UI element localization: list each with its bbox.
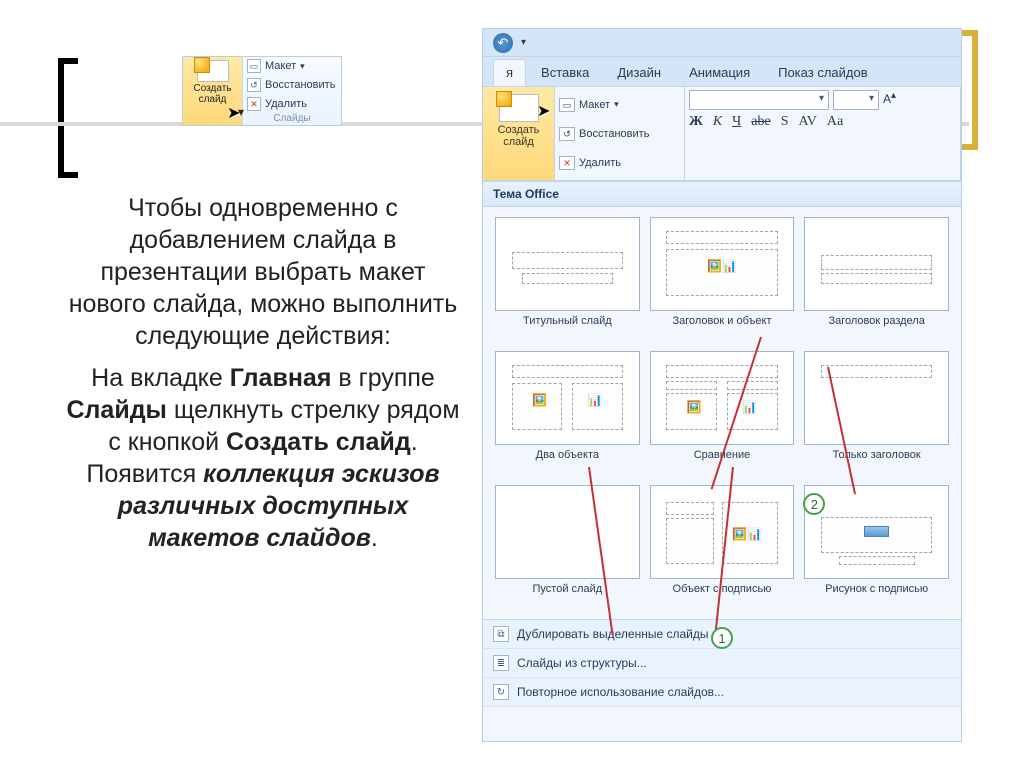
layout-menu[interactable]: ▭Макет ▾ bbox=[559, 98, 680, 112]
duplicate-icon: ⧉ bbox=[493, 626, 509, 642]
layout-thumb-blank[interactable]: Пустой слайд bbox=[495, 485, 640, 609]
tab-animation[interactable]: Анимация bbox=[676, 59, 763, 86]
layout-icon: ▭ bbox=[247, 59, 261, 73]
ribbon-tabs: я Вставка Дизайн Анимация Показ слайдов bbox=[483, 57, 961, 87]
create-slide-label: Создать слайд bbox=[487, 124, 550, 148]
slides-group-small: Создать слайд ▾ ➤ ▭Макет ▾ ↺Восстановить… bbox=[182, 56, 342, 126]
create-slide-label: Создать слайд bbox=[185, 84, 240, 105]
layout-thumb-content-caption[interactable]: 🖼️📊 Объект с подписью bbox=[650, 485, 795, 609]
tab-insert[interactable]: Вставка bbox=[528, 59, 602, 86]
content-icon: 🖼️📊 bbox=[707, 259, 737, 273]
delete-icon: ✕ bbox=[559, 156, 575, 170]
layout-thumb-title[interactable]: Титульный слайд bbox=[495, 217, 640, 341]
layout-thumb-title-content[interactable]: 🖼️📊 Заголовок и объект bbox=[650, 217, 795, 341]
layout-icon: ▭ bbox=[559, 98, 575, 112]
delete-button[interactable]: ✕Удалить bbox=[559, 156, 680, 170]
slides-from-outline-item[interactable]: ≣Слайды из структуры... bbox=[483, 649, 961, 678]
layout-menu-small[interactable]: ▭Макет ▾ bbox=[243, 57, 341, 76]
create-slide-button-small[interactable]: Создать слайд ▾ ➤ bbox=[183, 57, 243, 125]
italic-button[interactable]: К bbox=[713, 114, 722, 130]
reuse-slides-item[interactable]: ↻Повторное использование слайдов... bbox=[483, 678, 961, 707]
layout-thumb-title-only[interactable]: Только заголовок bbox=[804, 351, 949, 475]
spacing-button[interactable]: AV bbox=[798, 114, 816, 130]
font-group: A▴ Ж К Ч abe S AV Aa bbox=[685, 87, 961, 180]
callout-1: 1 bbox=[711, 627, 733, 649]
body-text: Чтобы одновременно с добавлением слайда … bbox=[62, 192, 464, 564]
font-size-dropdown[interactable] bbox=[833, 90, 879, 110]
bracket-left bbox=[58, 58, 78, 178]
reset-button-small[interactable]: ↺Восстановить bbox=[243, 76, 341, 95]
delete-icon: ✕ bbox=[247, 97, 261, 111]
reset-button[interactable]: ↺Восстановить bbox=[559, 127, 680, 141]
tab-slideshow[interactable]: Показ слайдов bbox=[765, 59, 881, 86]
slides-group-options: ▭Макет ▾ ↺Восстановить ✕Удалить bbox=[555, 87, 685, 180]
mouse-cursor-icon: ➤ bbox=[227, 103, 240, 123]
outline-icon: ≣ bbox=[493, 655, 509, 671]
content-icon: 🖼️📊 bbox=[732, 527, 762, 541]
delete-button-small[interactable]: ✕Удалить bbox=[243, 94, 341, 113]
tab-design[interactable]: Дизайн bbox=[604, 59, 674, 86]
tab-home[interactable]: я bbox=[493, 59, 526, 86]
create-slide-button[interactable]: Создать слайд ➤ bbox=[483, 87, 555, 180]
underline-button[interactable]: Ч bbox=[732, 114, 741, 130]
ribbon: Создать слайд ➤ ▭Макет ▾ ↺Восстановить ✕… bbox=[483, 87, 961, 181]
undo-button[interactable]: ↶ bbox=[493, 33, 513, 53]
new-slide-icon bbox=[197, 60, 229, 82]
reset-icon: ↺ bbox=[559, 127, 575, 141]
strike-button[interactable]: abe bbox=[751, 114, 770, 130]
content-icon: 📊 bbox=[588, 393, 603, 407]
case-button[interactable]: Aa bbox=[827, 114, 843, 130]
new-slide-icon bbox=[499, 94, 539, 122]
quick-access-toolbar: ↶▾ bbox=[483, 29, 961, 57]
gallery-header: Тема Office bbox=[483, 181, 961, 207]
reset-icon: ↺ bbox=[247, 78, 261, 92]
layout-thumb-picture-caption[interactable]: Рисунок с подписью bbox=[804, 485, 949, 609]
mouse-cursor-icon: ➤ bbox=[537, 101, 550, 121]
reuse-icon: ↻ bbox=[493, 684, 509, 700]
powerpoint-window: ↶▾ я Вставка Дизайн Анимация Показ слайд… bbox=[482, 28, 962, 742]
layout-thumb-two-content[interactable]: 🖼️📊 Два объекта bbox=[495, 351, 640, 475]
content-icon: 🖼️ bbox=[687, 400, 702, 414]
bold-button[interactable]: Ж bbox=[689, 114, 703, 130]
content-icon: 🖼️ bbox=[532, 393, 547, 407]
content-icon: 📊 bbox=[742, 400, 757, 414]
font-family-dropdown[interactable] bbox=[689, 90, 829, 110]
grow-font-icon[interactable]: A▴ bbox=[883, 90, 896, 110]
layout-gallery: Титульный слайд 🖼️📊 Заголовок и объект З… bbox=[483, 207, 961, 619]
group-caption-small: Слайды bbox=[243, 113, 341, 125]
layout-thumb-section[interactable]: Заголовок раздела bbox=[804, 217, 949, 341]
shadow-button[interactable]: S bbox=[781, 114, 789, 130]
